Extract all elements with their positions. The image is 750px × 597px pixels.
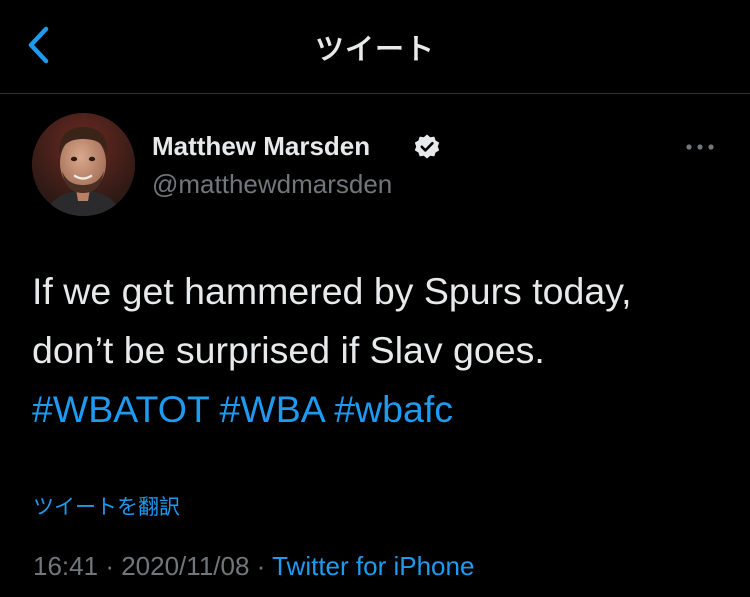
tweet-time: 16:41 xyxy=(33,551,99,581)
meta-separator: · xyxy=(256,551,266,581)
hashtag-link[interactable]: #wbafc xyxy=(334,388,453,430)
tweet-meta: 16:41 · 2020/11/08 · Twitter for iPhone xyxy=(33,551,474,582)
meta-separator: · xyxy=(105,551,114,581)
tweet-text-line: If we get hammered by Spurs today, xyxy=(32,270,632,312)
tweet-date: 2020/11/08 xyxy=(121,551,250,581)
verified-badge-icon xyxy=(414,134,440,159)
tweet-text-line: don’t be surprised if Slav goes. xyxy=(32,329,545,371)
tweet-source-link[interactable]: Twitter for iPhone xyxy=(272,551,474,581)
ellipsis-icon[interactable] xyxy=(684,137,716,157)
hashtag-row: #WBATOT #WBA #wbafc xyxy=(32,380,732,439)
top-navigation-bar: ツイート xyxy=(0,0,750,94)
avatar[interactable] xyxy=(32,113,135,216)
author-name[interactable]: Matthew Marsden xyxy=(152,131,370,162)
author-handle[interactable]: @matthewdmarsden xyxy=(152,169,392,200)
page-title: ツイート xyxy=(314,32,435,66)
hashtag-link[interactable]: #WBATOT xyxy=(32,388,209,430)
translate-tweet-link[interactable]: ツイートを翻訳 xyxy=(33,491,180,521)
user-avatar xyxy=(32,113,135,216)
hashtag-link[interactable]: #WBA xyxy=(220,388,324,430)
tweet-text: If we get hammered by Spurs today, don’t… xyxy=(32,262,732,439)
